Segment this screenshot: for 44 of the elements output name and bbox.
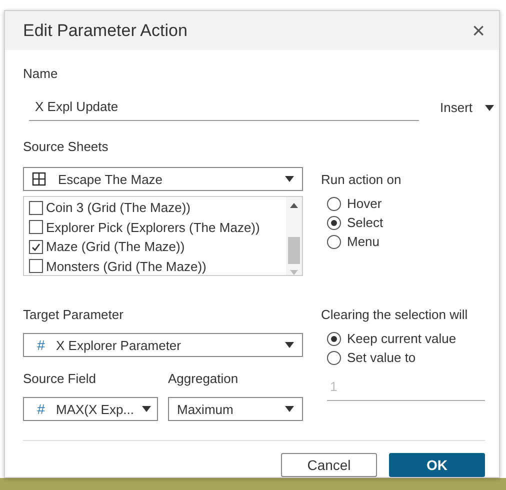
number-icon: #	[32, 337, 50, 353]
caret-icon	[142, 406, 151, 412]
dialog-title: Edit Parameter Action	[23, 20, 188, 40]
radio-button[interactable]	[327, 332, 341, 346]
field-label: Name	[23, 66, 59, 81]
radio-option[interactable]: Select	[327, 215, 485, 230]
ok-button[interactable]: OK	[389, 453, 485, 477]
sheet-item[interactable]: Coin 3 (Grid (The Maze))	[24, 198, 286, 218]
aggregation-dropdown[interactable]: Maximum	[168, 397, 303, 421]
checkbox[interactable]	[29, 220, 43, 234]
scroll-up-icon[interactable]	[290, 203, 298, 208]
field-label: Source Sheets	[23, 139, 110, 154]
sheet-item[interactable]: Maze (Grid (The Maze))	[24, 237, 286, 256]
radio-button[interactable]	[327, 196, 341, 210]
field-dropdown[interactable]: # MAX(X Exp...	[23, 397, 158, 421]
checkbox[interactable]	[29, 240, 43, 254]
sheet-item[interactable]: Monsters (Grid (The Maze))	[24, 256, 286, 276]
checkbox[interactable]	[29, 259, 43, 274]
caret-icon	[484, 104, 494, 110]
sheet-item[interactable]: Explorer Pick (Explorers (The Maze))	[24, 218, 286, 237]
field-label: Run action on	[321, 172, 402, 187]
close-button[interactable]: ×	[468, 20, 489, 42]
radio-option[interactable]: Menu	[327, 234, 485, 249]
caret-icon	[285, 342, 294, 348]
radio-option[interactable]: Hover	[327, 196, 485, 211]
radio-option[interactable]: Keep current value	[327, 331, 485, 346]
grid-icon	[32, 172, 46, 186]
checkbox[interactable]	[29, 200, 43, 215]
insert-dropdown[interactable]: Insert	[434, 99, 500, 121]
radio-button[interactable]	[327, 216, 341, 230]
sheet-dropdown[interactable]: Escape The Maze	[23, 167, 303, 191]
parameter-dropdown[interactable]: # X Explorer Parameter	[23, 333, 303, 357]
field-label: Clearing the selection will	[321, 307, 468, 322]
radio-button[interactable]	[327, 234, 341, 248]
number-icon: #	[32, 401, 50, 417]
field-label: Aggregation	[168, 371, 238, 386]
caret-icon	[285, 176, 294, 182]
radio-button[interactable]	[327, 350, 341, 364]
field-label: Source Field	[23, 371, 96, 386]
scrollbar[interactable]	[286, 197, 302, 275]
caret-icon	[285, 406, 294, 412]
field-label: Target Parameter	[23, 307, 124, 322]
radio-option[interactable]: Set value to	[327, 350, 485, 365]
cancel-button[interactable]: Cancel	[281, 453, 377, 477]
